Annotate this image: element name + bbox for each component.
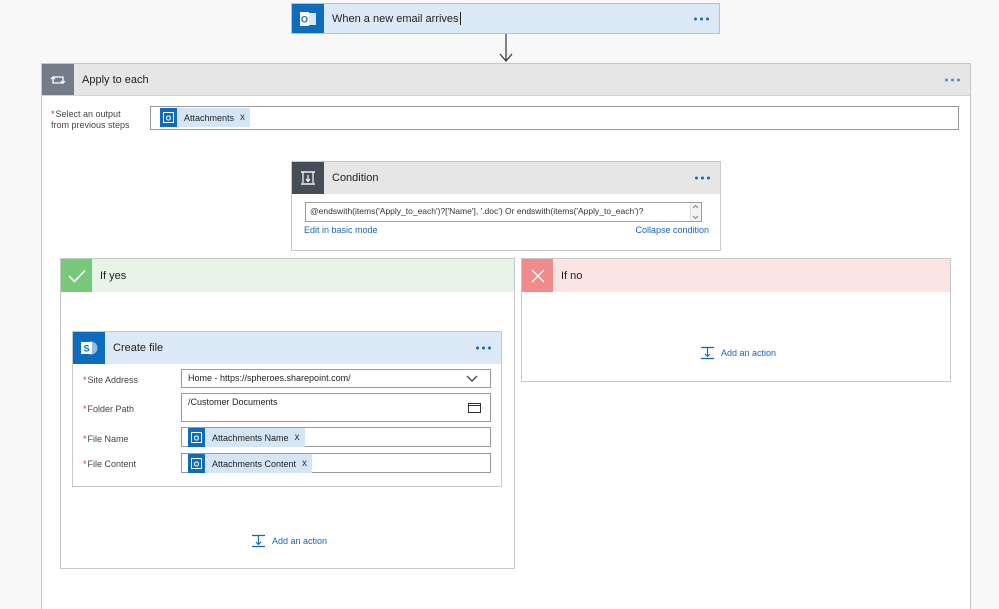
svg-text:O: O [194,436,200,443]
trigger-card[interactable]: O When a new email arrives [291,3,720,34]
if-no-branch: If no Add an action [521,258,951,382]
down-arrow-icon [499,34,513,62]
svg-text:O: O [166,116,172,123]
condition-more-icon[interactable] [695,176,710,180]
remove-token-icon[interactable]: x [302,458,307,469]
add-action-no-button[interactable]: Add an action [700,346,776,360]
svg-text:O: O [301,14,308,24]
if-yes-header[interactable]: If yes [61,259,514,292]
folder-path-value: /Customer Documents [188,397,278,407]
outlook-icon: O [292,4,324,33]
expression-scrollbar[interactable] [690,203,701,221]
file-content-input[interactable]: O Attachments Content x [181,453,491,473]
file-content-label: *File Content [83,459,137,469]
apply-more-icon[interactable] [945,78,960,81]
remove-token-icon[interactable]: x [295,432,300,443]
create-file-header[interactable]: S Create file [73,332,501,364]
select-output-input[interactable]: O Attachments x [150,106,959,130]
close-icon [522,259,553,292]
create-file-more-icon[interactable] [476,346,491,350]
apply-title: Apply to each [82,73,149,86]
svg-text:O: O [194,462,200,469]
edit-basic-mode-link[interactable]: Edit in basic mode [304,225,378,235]
outlook-icon: O [188,428,205,447]
condition-header[interactable]: Condition [292,162,720,194]
attachments-name-token[interactable]: O Attachments Name x [188,428,305,447]
site-address-label: *Site Address [83,375,139,385]
add-action-yes-label: Add an action [272,536,328,546]
apply-header[interactable]: Apply to each [42,64,970,96]
select-output-label: *Select an output from previous steps [51,109,130,130]
file-name-label: *File Name [83,434,129,444]
if-no-header[interactable]: If no [522,259,950,292]
trigger-header[interactable]: O When a new email arrives [292,4,719,33]
outlook-icon: O [188,454,205,473]
attachments-token[interactable]: O Attachments x [160,108,251,127]
loop-icon [42,64,74,95]
folder-path-input[interactable]: /Customer Documents [181,393,491,422]
folder-path-label: *Folder Path [83,404,135,414]
trigger-title: When a new email arrives [332,12,459,25]
add-action-yes-button[interactable]: Add an action [251,534,327,548]
condition-expression-input[interactable]: @endswith(items('Apply_to_each')?['Name'… [305,202,702,222]
svg-text:S: S [83,344,89,354]
add-action-icon [701,346,714,360]
outlook-icon: O [160,108,177,127]
remove-token-icon[interactable]: x [240,112,245,123]
chevron-down-icon [466,375,478,382]
token-label: Attachments Content [212,458,297,469]
sharepoint-icon: S [73,332,105,364]
trigger-more-icon[interactable] [694,17,709,20]
file-name-input[interactable]: O Attachments Name x [181,427,491,447]
condition-icon [292,162,324,194]
token-label: Attachments [184,112,235,123]
folder-icon[interactable] [468,402,481,413]
create-file-card: S Create file *Site Address Home - https… [72,331,502,487]
add-action-icon [252,534,265,548]
add-action-no-label: Add an action [721,348,777,358]
site-address-dropdown[interactable]: Home - https://spheroes.sharepoint.com/ [181,369,491,388]
create-file-title: Create file [113,342,164,354]
condition-card: Condition @endswith(items('Apply_to_each… [291,161,721,251]
token-label: Attachments Name [212,432,289,443]
condition-expression-text: @endswith(items('Apply_to_each')?['Name'… [310,206,644,216]
text-caret [459,12,461,25]
condition-title: Condition [332,172,379,184]
attachments-content-token[interactable]: O Attachments Content x [188,454,313,473]
site-address-value: Home - https://spheroes.sharepoint.com/ [188,373,351,383]
collapse-condition-link[interactable]: Collapse condition [635,225,709,235]
if-yes-title: If yes [100,269,127,282]
check-icon [61,259,92,292]
if-no-title: If no [561,269,583,282]
